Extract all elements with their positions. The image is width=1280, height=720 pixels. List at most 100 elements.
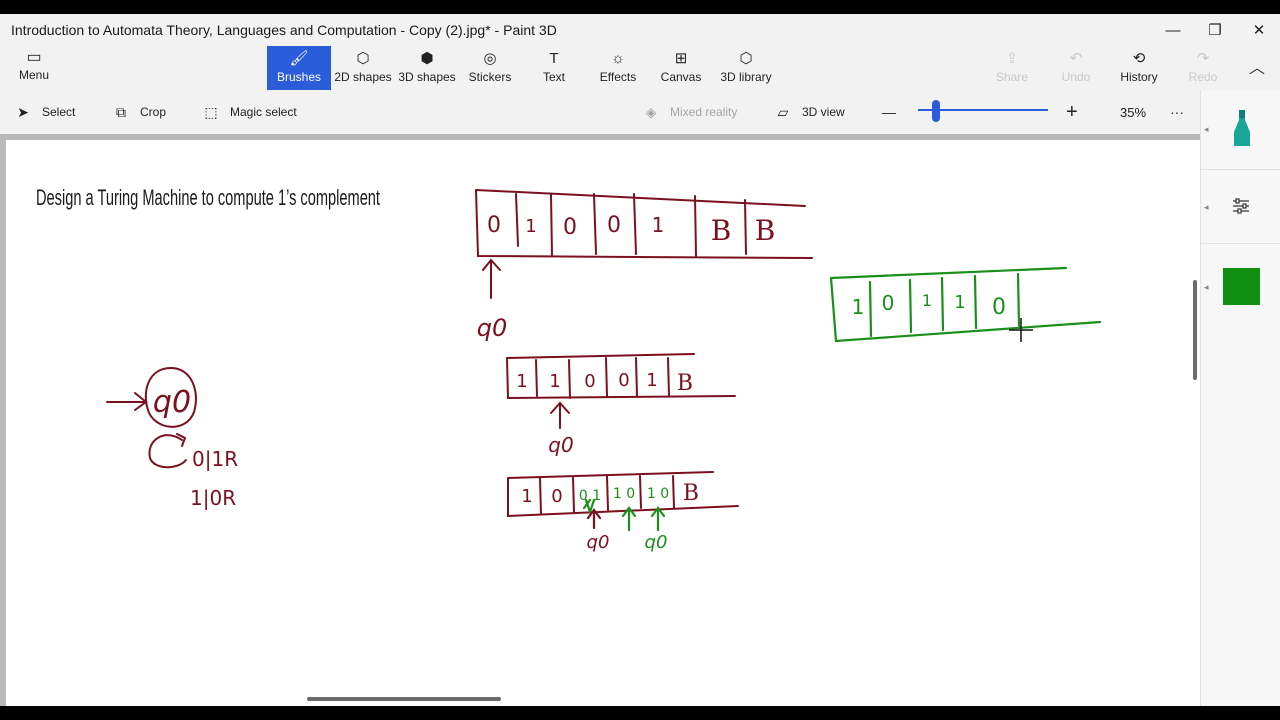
current-color-swatch[interactable]: [1223, 268, 1260, 305]
expand-arrow-icon[interactable]: ◂: [1204, 202, 1209, 213]
tool-brushes[interactable]: 🖌 Brushes: [267, 46, 331, 90]
redo-label: Redo: [1188, 70, 1218, 84]
mixed-reality-label: Mixed reality: [670, 105, 738, 119]
brush-section[interactable]: ◂: [1201, 90, 1280, 170]
paint3d-window: Introduction to Automata Theory, Languag…: [0, 0, 1280, 720]
undo-label: Undo: [1061, 70, 1091, 84]
3d-view-label: 3D view: [802, 105, 845, 119]
crop-button[interactable]: ⧉ Crop: [110, 102, 166, 122]
2d-shapes-icon: ⬡: [356, 50, 370, 67]
right-side-panel: ◂ ◂ ◂: [1200, 90, 1280, 706]
tool-label: Brushes: [276, 70, 322, 84]
share-button[interactable]: ⇪ Share: [980, 46, 1044, 90]
tape1-head-arrow: [482, 258, 501, 299]
history-button[interactable]: ⟲ History: [1107, 46, 1171, 90]
tool-text[interactable]: T Text: [522, 46, 586, 90]
zoom-in-button[interactable]: +: [1066, 101, 1078, 123]
tape3-cell: 1: [521, 486, 532, 507]
tape2-cell: 1: [549, 371, 560, 392]
restore-button[interactable]: ❐: [1192, 14, 1238, 46]
3d-view-button[interactable]: ▱ 3D view: [772, 102, 845, 122]
magic-select-button[interactable]: ⬚ Magic select: [200, 102, 297, 122]
3d-view-icon: ▱: [777, 103, 789, 120]
menu-label: Menu: [18, 68, 50, 82]
tool-label: Effects: [599, 70, 637, 84]
select-button[interactable]: ➤ Select: [12, 102, 75, 122]
green-head-arrow-2: [650, 506, 666, 532]
transition-label: 1|0R: [190, 486, 236, 510]
tool-label: 3D library: [720, 70, 772, 84]
tool-stickers[interactable]: ◎ Stickers: [458, 46, 522, 90]
letterbox-bottom: [0, 706, 1280, 720]
crop-label: Crop: [140, 105, 167, 119]
tool-label: Canvas: [660, 70, 702, 84]
tape3-head-label: q0: [587, 532, 610, 553]
tape2-cell: 0: [584, 371, 595, 392]
tool-3d-shapes[interactable]: ⬢ 3D shapes: [395, 46, 459, 90]
green-tape-cell: 0: [882, 291, 895, 315]
tape3-cell-overwrite: 1 0: [613, 486, 635, 502]
ribbon: ▭ Menu 🖌 Brushes ⬡ 2D shapes ⬢ 3D shapes…: [0, 46, 1280, 90]
tape1-cell: 1: [652, 213, 665, 237]
minimize-button[interactable]: —: [1150, 14, 1196, 46]
redo-button[interactable]: ↷ Redo: [1171, 46, 1235, 90]
crop-icon: ⧉: [116, 103, 126, 120]
redo-icon: ↷: [1196, 50, 1210, 67]
tape1-cell: 0: [487, 213, 501, 238]
select-label: Select: [42, 105, 76, 119]
undo-icon: ↶: [1069, 50, 1083, 67]
tape1-cell: B: [755, 214, 776, 247]
self-loop: [148, 433, 187, 469]
sun-icon: ☼: [611, 50, 625, 67]
tool-label: 3D shapes: [398, 70, 456, 84]
zoom-out-button[interactable]: —: [882, 102, 896, 122]
tool-label: Stickers: [468, 70, 512, 84]
horizontal-scrollbar[interactable]: [307, 697, 501, 701]
tape3-cell: B: [683, 481, 699, 506]
tool-canvas[interactable]: ⊞ Canvas: [649, 46, 713, 90]
green-tape-cell: 0: [992, 295, 1006, 320]
title-bar: Introduction to Automata Theory, Languag…: [0, 14, 1280, 46]
tape1-cell: 1: [525, 216, 536, 237]
green-tape-cell: 1: [922, 291, 932, 310]
drawing-canvas[interactable]: Design a Turing Machine to compute 1’s c…: [6, 140, 1200, 706]
share-label: Share: [995, 70, 1029, 84]
tape1-head-label: q0: [477, 314, 508, 342]
window-title: Introduction to Automata Theory, Languag…: [11, 22, 557, 38]
tool-3d-library[interactable]: ⬡ 3D library: [713, 46, 779, 90]
sticker-icon: ◎: [483, 50, 497, 67]
tape1-cell: 0: [607, 213, 621, 238]
text-icon: T: [549, 50, 559, 67]
menu-button[interactable]: ▭ Menu: [10, 46, 58, 90]
settings-section[interactable]: ◂: [1201, 170, 1280, 244]
close-button[interactable]: ✕: [1236, 14, 1280, 46]
tape3-cell: 0: [551, 486, 562, 507]
collapse-ribbon-icon[interactable]: ︿: [1242, 54, 1272, 82]
mixed-reality-icon: ◈: [645, 103, 657, 120]
tape2-cell: 1: [516, 371, 527, 392]
tape1-cell: B: [711, 214, 732, 247]
expand-arrow-icon[interactable]: ◂: [1204, 282, 1209, 293]
tool-2d-shapes[interactable]: ⬡ 2D shapes: [331, 46, 395, 90]
tape2-head-arrow: [550, 401, 570, 429]
tape3-head-label: q0: [645, 532, 668, 553]
expand-arrow-icon[interactable]: ◂: [1204, 124, 1209, 135]
zoom-slider-thumb[interactable]: [932, 100, 940, 122]
undo-button[interactable]: ↶ Undo: [1044, 46, 1108, 90]
3d-shapes-icon: ⬢: [420, 50, 434, 67]
start-arrow: [106, 392, 148, 411]
history-label: History: [1120, 70, 1158, 84]
heading-text: Design a Turing Machine to compute 1’s c…: [36, 185, 380, 210]
mixed-reality-button[interactable]: ◈ Mixed reality: [640, 102, 738, 122]
tape1-cell: 0: [563, 215, 577, 240]
tool-effects[interactable]: ☼ Effects: [586, 46, 650, 90]
zoom-value[interactable]: 35%: [1120, 102, 1146, 122]
magic-select-label: Magic select: [230, 105, 297, 119]
vertical-scrollbar[interactable]: [1193, 280, 1197, 380]
3d-library-icon: ⬡: [739, 50, 753, 67]
more-options-button[interactable]: ···: [1170, 102, 1184, 122]
tape2-cell: B: [677, 371, 693, 396]
share-icon: ⇪: [1005, 50, 1019, 67]
tool-label: 2D shapes: [334, 70, 392, 84]
green-tape-cell: 1: [954, 292, 965, 313]
